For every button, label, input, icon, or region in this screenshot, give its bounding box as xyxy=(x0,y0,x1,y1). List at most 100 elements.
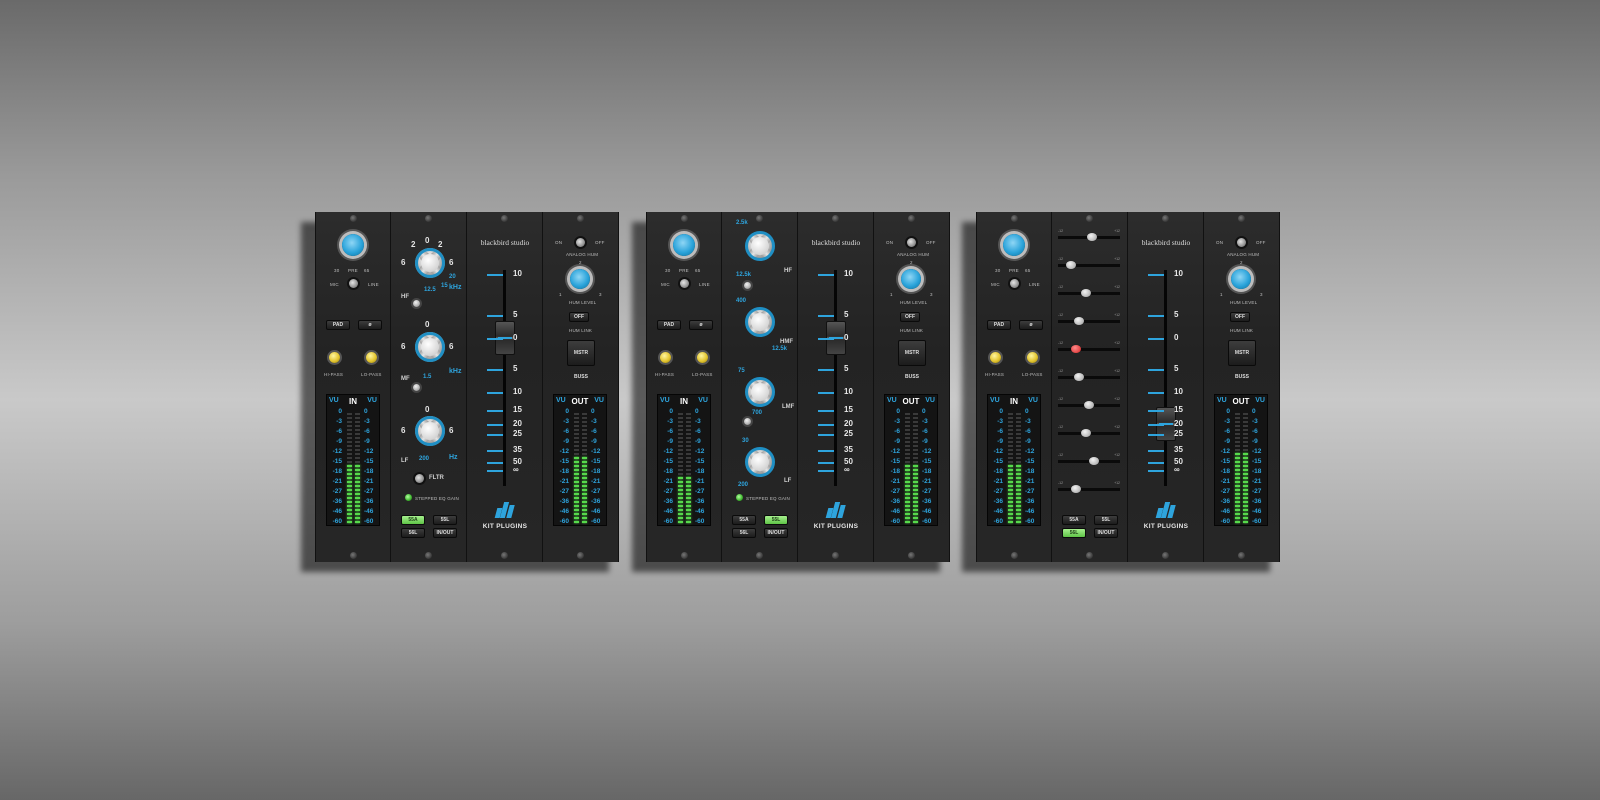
band-slider-knob[interactable] xyxy=(1071,345,1081,353)
model-55l-button[interactable]: 55L xyxy=(764,515,788,525)
meter-segment xyxy=(1008,433,1013,435)
meter-segment xyxy=(1243,413,1248,415)
meter-tick: -3 xyxy=(1025,418,1031,425)
meter-segment xyxy=(1235,437,1240,439)
lf-label: LF xyxy=(401,458,409,464)
hf-gain-knob[interactable] xyxy=(745,231,775,261)
model-55l-button[interactable]: 55L xyxy=(433,515,457,525)
hipass-knob[interactable] xyxy=(660,352,671,363)
lopass-knob[interactable] xyxy=(1027,352,1038,363)
lmf-gain-knob[interactable] xyxy=(745,377,775,407)
mstr-buss-button[interactable]: MSTR BUSS xyxy=(898,340,926,380)
mstr-buss-button[interactable]: MSTR BUSS xyxy=(567,340,595,380)
filter-switch[interactable] xyxy=(415,474,424,483)
pad-button[interactable]: PAD xyxy=(657,320,681,330)
meter-segment xyxy=(1235,449,1240,451)
band-slider-knob[interactable] xyxy=(1084,401,1094,409)
hum-level-toggle[interactable]: OFF xyxy=(569,312,589,322)
meter-segment xyxy=(1008,497,1013,499)
graphic-eq-band-64[interactable]: -12 +12 xyxy=(1058,257,1120,269)
meter-segment xyxy=(1016,461,1021,463)
gain-knob[interactable] xyxy=(673,234,695,256)
band-slider-knob[interactable] xyxy=(1073,317,1084,325)
band-slider-knob[interactable] xyxy=(1071,485,1081,493)
fader-scale-label: 15 xyxy=(513,405,522,414)
band-slider-knob[interactable] xyxy=(1089,457,1100,465)
analog-hum-switch[interactable] xyxy=(1237,238,1246,247)
hum-level-knob[interactable] xyxy=(570,269,590,289)
model-56l-button[interactable]: 56L xyxy=(401,528,425,538)
meter-segment xyxy=(686,417,691,419)
meter-segment xyxy=(678,421,683,423)
inout-button[interactable]: IN/OUT xyxy=(433,528,457,538)
mf-gain-knob[interactable] xyxy=(415,332,445,362)
band-min-label: -12 xyxy=(1058,425,1064,429)
meter-segment xyxy=(355,429,360,431)
graphic-eq-band-8k[interactable]: -12 +12 xyxy=(1058,453,1120,465)
inout-button[interactable]: IN/OUT xyxy=(764,528,788,538)
meter-segment xyxy=(686,449,691,451)
model-56l-button[interactable]: 56L xyxy=(732,528,756,538)
lf-gain-knob[interactable] xyxy=(415,416,445,446)
pad-button[interactable]: PAD xyxy=(326,320,350,330)
model-56l-button[interactable]: 56L xyxy=(1062,528,1086,538)
hf-gain-knob[interactable] xyxy=(415,248,445,278)
lopass-knob[interactable] xyxy=(366,352,377,363)
meter-tick: -27 xyxy=(1220,488,1230,495)
gain-knob[interactable] xyxy=(1003,234,1025,256)
plugin-unit-1: 30 PRE 65 MIC LINE PAD ø HI-PASS LO-PASS… xyxy=(301,212,623,572)
hum-level-toggle[interactable]: OFF xyxy=(900,312,920,322)
model-55a-button[interactable]: 55A xyxy=(732,515,756,525)
mic-line-switch[interactable] xyxy=(349,279,358,288)
phase-button[interactable]: ø xyxy=(358,320,382,330)
graphic-eq-band-125[interactable]: -12 +12 xyxy=(1058,285,1120,297)
band-slider-knob[interactable] xyxy=(1086,233,1097,241)
graphic-eq-band-250[interactable]: -12 +12 xyxy=(1058,313,1120,325)
gain-knob[interactable] xyxy=(342,234,364,256)
hipass-knob[interactable] xyxy=(329,352,340,363)
meter-tick: -9 xyxy=(1025,438,1031,445)
model-55l-button[interactable]: 55L xyxy=(1094,515,1118,525)
hmf-gain-knob[interactable] xyxy=(745,307,775,337)
stepped-gain-led[interactable] xyxy=(405,494,412,501)
meter-segment xyxy=(582,449,587,451)
graphic-eq-band-500[interactable]: -12 +12 xyxy=(1058,341,1120,353)
hum-level-knob[interactable] xyxy=(901,269,921,289)
graphic-eq-band-32[interactable]: -12 +12 xyxy=(1058,229,1120,241)
stepped-gain-led[interactable] xyxy=(736,494,743,501)
meter-tick: -60 xyxy=(663,518,673,525)
hum-level-toggle[interactable]: OFF xyxy=(1230,312,1250,322)
graphic-eq-band-1k[interactable]: -12 +12 xyxy=(1058,369,1120,381)
lopass-knob[interactable] xyxy=(697,352,708,363)
phase-button[interactable]: ø xyxy=(1019,320,1043,330)
mstr-buss-button[interactable]: MSTR BUSS xyxy=(1228,340,1256,380)
mic-line-switch[interactable] xyxy=(680,279,689,288)
phase-button[interactable]: ø xyxy=(689,320,713,330)
mic-line-switch[interactable] xyxy=(1010,279,1019,288)
fader-tick-mark xyxy=(1148,462,1164,464)
pad-button[interactable]: PAD xyxy=(987,320,1011,330)
meter-segment xyxy=(1016,413,1021,415)
band-slider-knob[interactable] xyxy=(1081,289,1092,297)
band-slider-knob[interactable] xyxy=(1073,373,1084,381)
lf-gain-knob[interactable] xyxy=(745,447,775,477)
meter-tick: -36 xyxy=(922,498,932,505)
hum-level-knob[interactable] xyxy=(1231,269,1251,289)
lmf-q-knob[interactable] xyxy=(744,418,751,425)
hf-shelf-knob[interactable] xyxy=(413,300,420,307)
graphic-eq-band-2k[interactable]: -12 +12 xyxy=(1058,397,1120,409)
screw xyxy=(1162,215,1169,222)
hf-shape-knob[interactable] xyxy=(744,282,751,289)
model-55a-button[interactable]: 55A xyxy=(401,515,425,525)
analog-hum-switch[interactable] xyxy=(907,238,916,247)
mf-q-knob[interactable] xyxy=(413,384,420,391)
meter-segment xyxy=(1235,481,1240,483)
hipass-knob[interactable] xyxy=(990,352,1001,363)
band-slider-knob[interactable] xyxy=(1081,429,1092,437)
analog-hum-switch[interactable] xyxy=(576,238,585,247)
inout-button[interactable]: IN/OUT xyxy=(1094,528,1118,538)
model-55a-button[interactable]: 55A xyxy=(1062,515,1086,525)
band-slider-knob[interactable] xyxy=(1065,261,1076,269)
graphic-eq-band-16k[interactable]: -12 +12 xyxy=(1058,481,1120,493)
graphic-eq-band-4k[interactable]: -12 +12 xyxy=(1058,425,1120,437)
